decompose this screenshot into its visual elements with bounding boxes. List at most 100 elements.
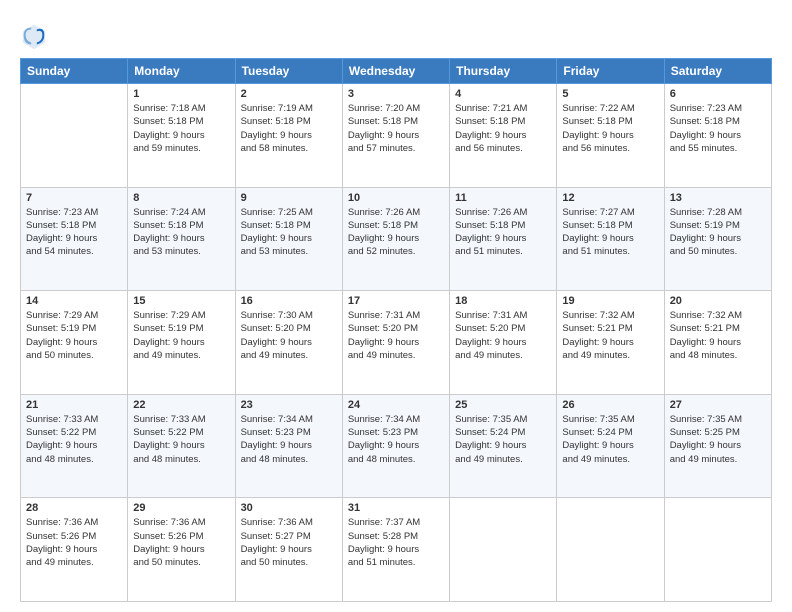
calendar-cell: 21 Sunrise: 7:33 AM Sunset: 5:22 PM Dayli…: [21, 394, 128, 498]
day-number: 12: [562, 192, 658, 204]
page: SundayMondayTuesdayWednesdayThursdayFrid…: [0, 0, 792, 612]
cell-info: Sunrise: 7:26 AM Sunset: 5:18 PM Dayligh…: [455, 206, 551, 259]
day-number: 17: [348, 295, 444, 307]
calendar-cell: 26 Sunrise: 7:35 AM Sunset: 5:24 PM Dayli…: [557, 394, 664, 498]
calendar-table: SundayMondayTuesdayWednesdayThursdayFrid…: [20, 58, 772, 602]
cell-info: Sunrise: 7:23 AM Sunset: 5:18 PM Dayligh…: [26, 206, 122, 259]
day-number: 9: [241, 192, 337, 204]
calendar-cell: 15 Sunrise: 7:29 AM Sunset: 5:19 PM Dayli…: [128, 291, 235, 395]
day-number: 1: [133, 88, 229, 100]
header: [20, 18, 772, 50]
calendar-cell: 12 Sunrise: 7:27 AM Sunset: 5:18 PM Dayli…: [557, 187, 664, 291]
calendar-cell: 18 Sunrise: 7:31 AM Sunset: 5:20 PM Dayli…: [450, 291, 557, 395]
cell-info: Sunrise: 7:19 AM Sunset: 5:18 PM Dayligh…: [241, 102, 337, 155]
calendar-cell: 25Sunrise: 7:35 AM Sunset: 5:24 PM Dayli…: [450, 394, 557, 498]
cell-info: Sunrise: 7:33 AM Sunset: 5:22 PM Dayligh…: [26, 413, 122, 466]
day-number: 10: [348, 192, 444, 204]
cell-info: Sunrise: 7:23 AM Sunset: 5:18 PM Dayligh…: [670, 102, 766, 155]
cell-info: Sunrise: 7:29 AM Sunset: 5:19 PM Dayligh…: [26, 309, 122, 362]
cell-info: Sunrise: 7:28 AM Sunset: 5:19 PM Dayligh…: [670, 206, 766, 259]
cell-info: Sunrise: 7:27 AM Sunset: 5:18 PM Dayligh…: [562, 206, 658, 259]
calendar-cell: 14Sunrise: 7:29 AM Sunset: 5:19 PM Dayli…: [21, 291, 128, 395]
cell-info: Sunrise: 7:36 AM Sunset: 5:26 PM Dayligh…: [26, 516, 122, 569]
day-number: 29: [133, 502, 229, 514]
calendar-cell: [21, 84, 128, 188]
calendar-cell: 7 Sunrise: 7:23 AM Sunset: 5:18 PM Daylig…: [21, 187, 128, 291]
day-number: 15: [133, 295, 229, 307]
day-number: 7: [26, 192, 122, 204]
cell-info: Sunrise: 7:25 AM Sunset: 5:18 PM Dayligh…: [241, 206, 337, 259]
calendar-cell: 5 Sunrise: 7:22 AM Sunset: 5:18 PM Daylig…: [557, 84, 664, 188]
cell-info: Sunrise: 7:24 AM Sunset: 5:18 PM Dayligh…: [133, 206, 229, 259]
calendar-week-3: 21 Sunrise: 7:33 AM Sunset: 5:22 PM Dayli…: [21, 394, 772, 498]
day-number: 18: [455, 295, 551, 307]
cell-info: Sunrise: 7:20 AM Sunset: 5:18 PM Dayligh…: [348, 102, 444, 155]
calendar-cell: 4 Sunrise: 7:21 AM Sunset: 5:18 PM Daylig…: [450, 84, 557, 188]
day-number: 31: [348, 502, 444, 514]
calendar-cell: 11 Sunrise: 7:26 AM Sunset: 5:18 PM Dayli…: [450, 187, 557, 291]
day-number: 13: [670, 192, 766, 204]
calendar-cell: [450, 498, 557, 602]
day-number: 3: [348, 88, 444, 100]
calendar-cell: 3 Sunrise: 7:20 AM Sunset: 5:18 PM Daylig…: [342, 84, 449, 188]
day-number: 23: [241, 399, 337, 411]
day-number: 16: [241, 295, 337, 307]
col-header-thursday: Thursday: [450, 59, 557, 84]
calendar-cell: [664, 498, 771, 602]
day-number: 20: [670, 295, 766, 307]
calendar-cell: 2 Sunrise: 7:19 AM Sunset: 5:18 PM Daylig…: [235, 84, 342, 188]
cell-info: Sunrise: 7:35 AM Sunset: 5:24 PM Dayligh…: [455, 413, 551, 466]
day-number: 19: [562, 295, 658, 307]
cell-info: Sunrise: 7:35 AM Sunset: 5:25 PM Dayligh…: [670, 413, 766, 466]
logo: [20, 22, 52, 50]
cell-info: Sunrise: 7:35 AM Sunset: 5:24 PM Dayligh…: [562, 413, 658, 466]
cell-info: Sunrise: 7:26 AM Sunset: 5:18 PM Dayligh…: [348, 206, 444, 259]
day-number: 11: [455, 192, 551, 204]
calendar-cell: 20Sunrise: 7:32 AM Sunset: 5:21 PM Dayli…: [664, 291, 771, 395]
calendar-week-0: 1 Sunrise: 7:18 AM Sunset: 5:18 PM Daylig…: [21, 84, 772, 188]
day-number: 21: [26, 399, 122, 411]
day-number: 26: [562, 399, 658, 411]
calendar-cell: 22Sunrise: 7:33 AM Sunset: 5:22 PM Dayli…: [128, 394, 235, 498]
calendar-cell: 9 Sunrise: 7:25 AM Sunset: 5:18 PM Daylig…: [235, 187, 342, 291]
calendar-cell: [557, 498, 664, 602]
calendar-cell: 6 Sunrise: 7:23 AM Sunset: 5:18 PM Daylig…: [664, 84, 771, 188]
cell-info: Sunrise: 7:32 AM Sunset: 5:21 PM Dayligh…: [562, 309, 658, 362]
calendar-week-4: 28 Sunrise: 7:36 AM Sunset: 5:26 PM Dayli…: [21, 498, 772, 602]
calendar-header-row: SundayMondayTuesdayWednesdayThursdayFrid…: [21, 59, 772, 84]
calendar-cell: 16Sunrise: 7:30 AM Sunset: 5:20 PM Dayli…: [235, 291, 342, 395]
day-number: 2: [241, 88, 337, 100]
day-number: 30: [241, 502, 337, 514]
col-header-wednesday: Wednesday: [342, 59, 449, 84]
cell-info: Sunrise: 7:22 AM Sunset: 5:18 PM Dayligh…: [562, 102, 658, 155]
col-header-saturday: Saturday: [664, 59, 771, 84]
calendar-cell: 17 Sunrise: 7:31 AM Sunset: 5:20 PM Dayli…: [342, 291, 449, 395]
cell-info: Sunrise: 7:31 AM Sunset: 5:20 PM Dayligh…: [348, 309, 444, 362]
day-number: 4: [455, 88, 551, 100]
calendar-week-1: 7 Sunrise: 7:23 AM Sunset: 5:18 PM Daylig…: [21, 187, 772, 291]
cell-info: Sunrise: 7:31 AM Sunset: 5:20 PM Dayligh…: [455, 309, 551, 362]
col-header-tuesday: Tuesday: [235, 59, 342, 84]
calendar-week-2: 14Sunrise: 7:29 AM Sunset: 5:19 PM Dayli…: [21, 291, 772, 395]
calendar-cell: 29 Sunrise: 7:36 AM Sunset: 5:26 PM Dayli…: [128, 498, 235, 602]
cell-info: Sunrise: 7:36 AM Sunset: 5:27 PM Dayligh…: [241, 516, 337, 569]
calendar-cell: 24 Sunrise: 7:34 AM Sunset: 5:23 PM Dayli…: [342, 394, 449, 498]
calendar-cell: 23 Sunrise: 7:34 AM Sunset: 5:23 PM Dayli…: [235, 394, 342, 498]
cell-info: Sunrise: 7:18 AM Sunset: 5:18 PM Dayligh…: [133, 102, 229, 155]
cell-info: Sunrise: 7:36 AM Sunset: 5:26 PM Dayligh…: [133, 516, 229, 569]
day-number: 27: [670, 399, 766, 411]
cell-info: Sunrise: 7:34 AM Sunset: 5:23 PM Dayligh…: [241, 413, 337, 466]
calendar-cell: 28 Sunrise: 7:36 AM Sunset: 5:26 PM Dayli…: [21, 498, 128, 602]
calendar-cell: 19 Sunrise: 7:32 AM Sunset: 5:21 PM Dayli…: [557, 291, 664, 395]
day-number: 22: [133, 399, 229, 411]
calendar-cell: 10 Sunrise: 7:26 AM Sunset: 5:18 PM Dayli…: [342, 187, 449, 291]
day-number: 24: [348, 399, 444, 411]
calendar-cell: 30 Sunrise: 7:36 AM Sunset: 5:27 PM Dayli…: [235, 498, 342, 602]
day-number: 28: [26, 502, 122, 514]
cell-info: Sunrise: 7:34 AM Sunset: 5:23 PM Dayligh…: [348, 413, 444, 466]
calendar-cell: 27 Sunrise: 7:35 AM Sunset: 5:25 PM Dayli…: [664, 394, 771, 498]
day-number: 6: [670, 88, 766, 100]
cell-info: Sunrise: 7:21 AM Sunset: 5:18 PM Dayligh…: [455, 102, 551, 155]
cell-info: Sunrise: 7:29 AM Sunset: 5:19 PM Dayligh…: [133, 309, 229, 362]
day-number: 5: [562, 88, 658, 100]
